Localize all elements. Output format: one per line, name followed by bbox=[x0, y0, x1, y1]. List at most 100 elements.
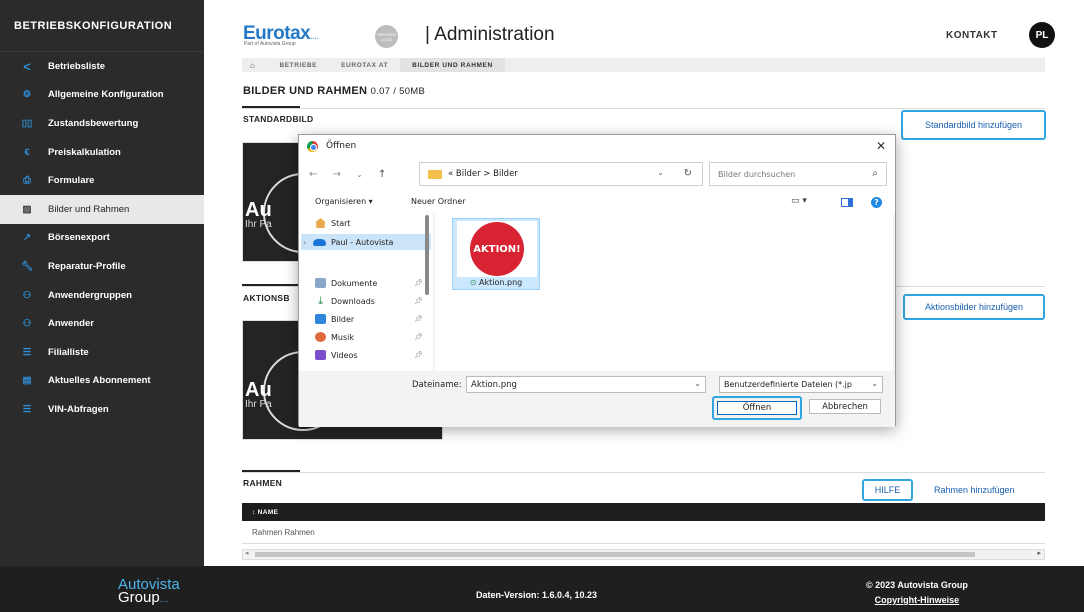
view-menu-icon[interactable]: ▭ ▾ bbox=[791, 196, 807, 206]
list-icon: ☰ bbox=[22, 346, 32, 358]
table-header: ↕ NAME bbox=[242, 503, 1045, 521]
scroll-left-icon[interactable]: ◂ bbox=[245, 549, 249, 557]
rahmen-title: RAHMEN bbox=[243, 478, 283, 488]
pin-icon: 📌︎ bbox=[414, 315, 423, 323]
section-line bbox=[242, 108, 1045, 109]
aktionsbild-title: AKTIONSB bbox=[243, 293, 290, 303]
music-icon bbox=[315, 332, 326, 342]
documents-icon bbox=[315, 278, 326, 288]
sidebar-item-anwendergruppen[interactable]: ⚇ Anwendergruppen bbox=[0, 281, 204, 310]
cancel-button[interactable]: Abbrechen bbox=[809, 399, 881, 414]
dialog-footer: Dateiname: Aktion.png ⌄ Benutzerdefinier… bbox=[299, 371, 895, 427]
copyright-link[interactable]: Copyright-Hinweise bbox=[866, 595, 968, 605]
sidebar-item-label: Reparatur-Profile bbox=[48, 260, 126, 272]
chevron-down-icon: ⌄ bbox=[869, 379, 878, 388]
filename-input[interactable]: Aktion.png ⌄ bbox=[466, 376, 706, 393]
autovista-logo: Autovista Group.... bbox=[118, 576, 180, 606]
sidebar-item-betriebsliste[interactable]: < Betriebsliste bbox=[0, 52, 204, 81]
nav-item-onedrive[interactable]: › Paul - Autovista bbox=[301, 234, 431, 250]
rahmen-add-button[interactable]: Rahmen hinzufügen bbox=[934, 485, 1015, 495]
filename-label: Dateiname: bbox=[412, 380, 462, 390]
organize-menu[interactable]: Organisieren ▾ bbox=[315, 197, 373, 206]
standardbild-image[interactable]: Au Ihr Pa bbox=[242, 142, 302, 262]
sidebar-item-bilder-und-rahmen[interactable]: ▨ Bilder und Rahmen bbox=[0, 194, 204, 224]
chevron-left-icon: < bbox=[23, 58, 31, 74]
breadcrumb-item-eurotax-at[interactable]: EUROTAX AT bbox=[329, 62, 400, 69]
sidebar-item-label: Bilder und Rahmen bbox=[48, 203, 130, 215]
dialog-navbar: ← → ⌄ ↑ « Bilder > Bilder ⌄ ↻ Bilder dur… bbox=[299, 157, 895, 193]
dialog-toolbar: Organisieren ▾ Neuer Ordner ▭ ▾ ? bbox=[299, 193, 895, 213]
nav-item-videos[interactable]: Videos 📌︎ bbox=[315, 347, 431, 363]
standardbild-add-button[interactable]: Standardbild hinzufügen bbox=[901, 110, 1046, 140]
nav-item-dokumente[interactable]: Dokumente 📌︎ bbox=[315, 275, 431, 291]
printer-icon: ⎙ bbox=[23, 175, 31, 187]
nav-item-bilder[interactable]: Bilder 📌︎ bbox=[315, 311, 431, 327]
kontakt-link[interactable]: KONTAKT bbox=[946, 30, 998, 41]
horizontal-scrollbar[interactable]: ◂ ▸ bbox=[242, 549, 1045, 560]
copyright: © 2023 Autovista Group Copyright-Hinweis… bbox=[866, 580, 968, 605]
preview-pane-icon[interactable] bbox=[841, 198, 853, 207]
scrollbar-thumb[interactable] bbox=[255, 552, 975, 557]
section-line bbox=[242, 472, 1045, 473]
expand-chevron-icon[interactable]: › bbox=[303, 238, 306, 247]
sidebar-item-reparatur-profile[interactable]: 🔧︎ Reparatur-Profile bbox=[0, 252, 204, 281]
sidebar-title: BETRIEBSKONFIGURATION bbox=[0, 0, 204, 52]
recent-chevron-icon[interactable]: ⌄ bbox=[356, 170, 363, 179]
forward-arrow-icon[interactable]: → bbox=[333, 169, 341, 180]
sidebar-item-zustandsbewertung[interactable]: ▯▯ Zustandsbewertung bbox=[0, 109, 204, 138]
help-icon[interactable]: ? bbox=[871, 197, 882, 208]
home-icon[interactable]: ⌂ bbox=[242, 61, 267, 70]
new-folder-button[interactable]: Neuer Ordner bbox=[411, 197, 466, 206]
storage-usage: 0.07 / 50MB bbox=[370, 86, 426, 97]
rating-icon: ▯▯ bbox=[21, 117, 33, 129]
sidebar-item-vin-abfragen[interactable]: ☰ VIN-Abfragen bbox=[0, 395, 204, 424]
image-icon: ▨ bbox=[22, 203, 32, 215]
search-input[interactable]: Bilder durchsuchen ⌕ bbox=[709, 162, 887, 186]
search-icon: ⌕ bbox=[872, 168, 878, 179]
filetype-select[interactable]: Benutzerdefinierte Dateien (*.jp ⌄ bbox=[719, 376, 883, 393]
refresh-icon[interactable]: ↻ bbox=[684, 168, 692, 179]
file-item-aktion[interactable]: AKTION! ⊙ Aktion.png bbox=[452, 218, 540, 290]
standardbild-title: STANDARDBILD bbox=[243, 114, 314, 124]
section-heading: BILDER UND RAHMEN 0.07 / 50MB bbox=[243, 85, 426, 97]
back-arrow-icon[interactable]: ← bbox=[309, 169, 317, 180]
nav-item-musik[interactable]: Musik 📌︎ bbox=[315, 329, 431, 345]
table-row[interactable]: Rahmen Rahmen bbox=[242, 521, 1045, 544]
aktionsbild-add-button[interactable]: Aktionsbilder hinzufügen bbox=[903, 294, 1045, 320]
chevron-down-icon[interactable]: ⌄ bbox=[694, 379, 701, 388]
path-segment[interactable]: Bilder bbox=[493, 169, 518, 179]
dialog-title: Öffnen bbox=[326, 141, 357, 151]
chevron-down-icon[interactable]: ⌄ bbox=[657, 168, 664, 177]
close-icon[interactable]: ✕ bbox=[876, 139, 886, 153]
nav-item-downloads[interactable]: ⤓ Downloads 📌︎ bbox=[315, 293, 431, 309]
avatar[interactable]: PL bbox=[1029, 22, 1055, 48]
nav-item-start[interactable]: Start bbox=[315, 215, 431, 231]
sidebar-item-anwender[interactable]: ⚇ Anwender bbox=[0, 309, 204, 338]
open-button-highlight: Öffnen bbox=[712, 396, 802, 420]
breadcrumb-item-betriebe[interactable]: BETRIEBE bbox=[267, 62, 329, 69]
sidebar-item-aktuelles-abonnement[interactable]: ▤ Aktuelles Abonnement bbox=[0, 367, 204, 396]
path-segment[interactable]: Bilder bbox=[456, 169, 481, 179]
file-list: AKTION! ⊙ Aktion.png bbox=[435, 213, 893, 371]
sidebar-item-boersenexport[interactable]: ↗ Börsenexport bbox=[0, 224, 204, 253]
address-bar[interactable]: « Bilder > Bilder ⌄ ↻ bbox=[419, 162, 703, 186]
nav-scrollbar[interactable] bbox=[425, 215, 429, 295]
column-name[interactable]: NAME bbox=[258, 509, 279, 516]
nav-arrows: ← → ⌄ ↑ bbox=[309, 169, 386, 180]
file-thumbnail: AKTION! bbox=[457, 221, 537, 277]
sidebar-item-formulare[interactable]: ⎙ Formulare bbox=[0, 166, 204, 195]
sidebar: BETRIEBSKONFIGURATION < Betriebsliste ⚙ … bbox=[0, 0, 204, 566]
sidebar-item-allgemeine-konfiguration[interactable]: ⚙ Allgemeine Konfiguration bbox=[0, 81, 204, 110]
scroll-right-icon[interactable]: ▸ bbox=[1037, 549, 1041, 557]
help-button[interactable]: HILFE bbox=[862, 479, 913, 501]
export-icon: ↗ bbox=[23, 232, 31, 244]
open-button[interactable]: Öffnen bbox=[717, 401, 797, 415]
breadcrumb-item-current: BILDER UND RAHMEN bbox=[400, 58, 505, 72]
sort-icon[interactable]: ↕ bbox=[252, 509, 256, 516]
up-arrow-icon[interactable]: ↑ bbox=[378, 169, 386, 180]
sidebar-item-label: Anwendergruppen bbox=[48, 289, 132, 301]
sidebar-item-filialliste[interactable]: ☰ Filialliste bbox=[0, 338, 204, 367]
videos-icon bbox=[315, 350, 326, 360]
file-name: Aktion.png bbox=[479, 278, 523, 287]
sidebar-item-preiskalkulation[interactable]: € Preiskalkulation bbox=[0, 138, 204, 167]
